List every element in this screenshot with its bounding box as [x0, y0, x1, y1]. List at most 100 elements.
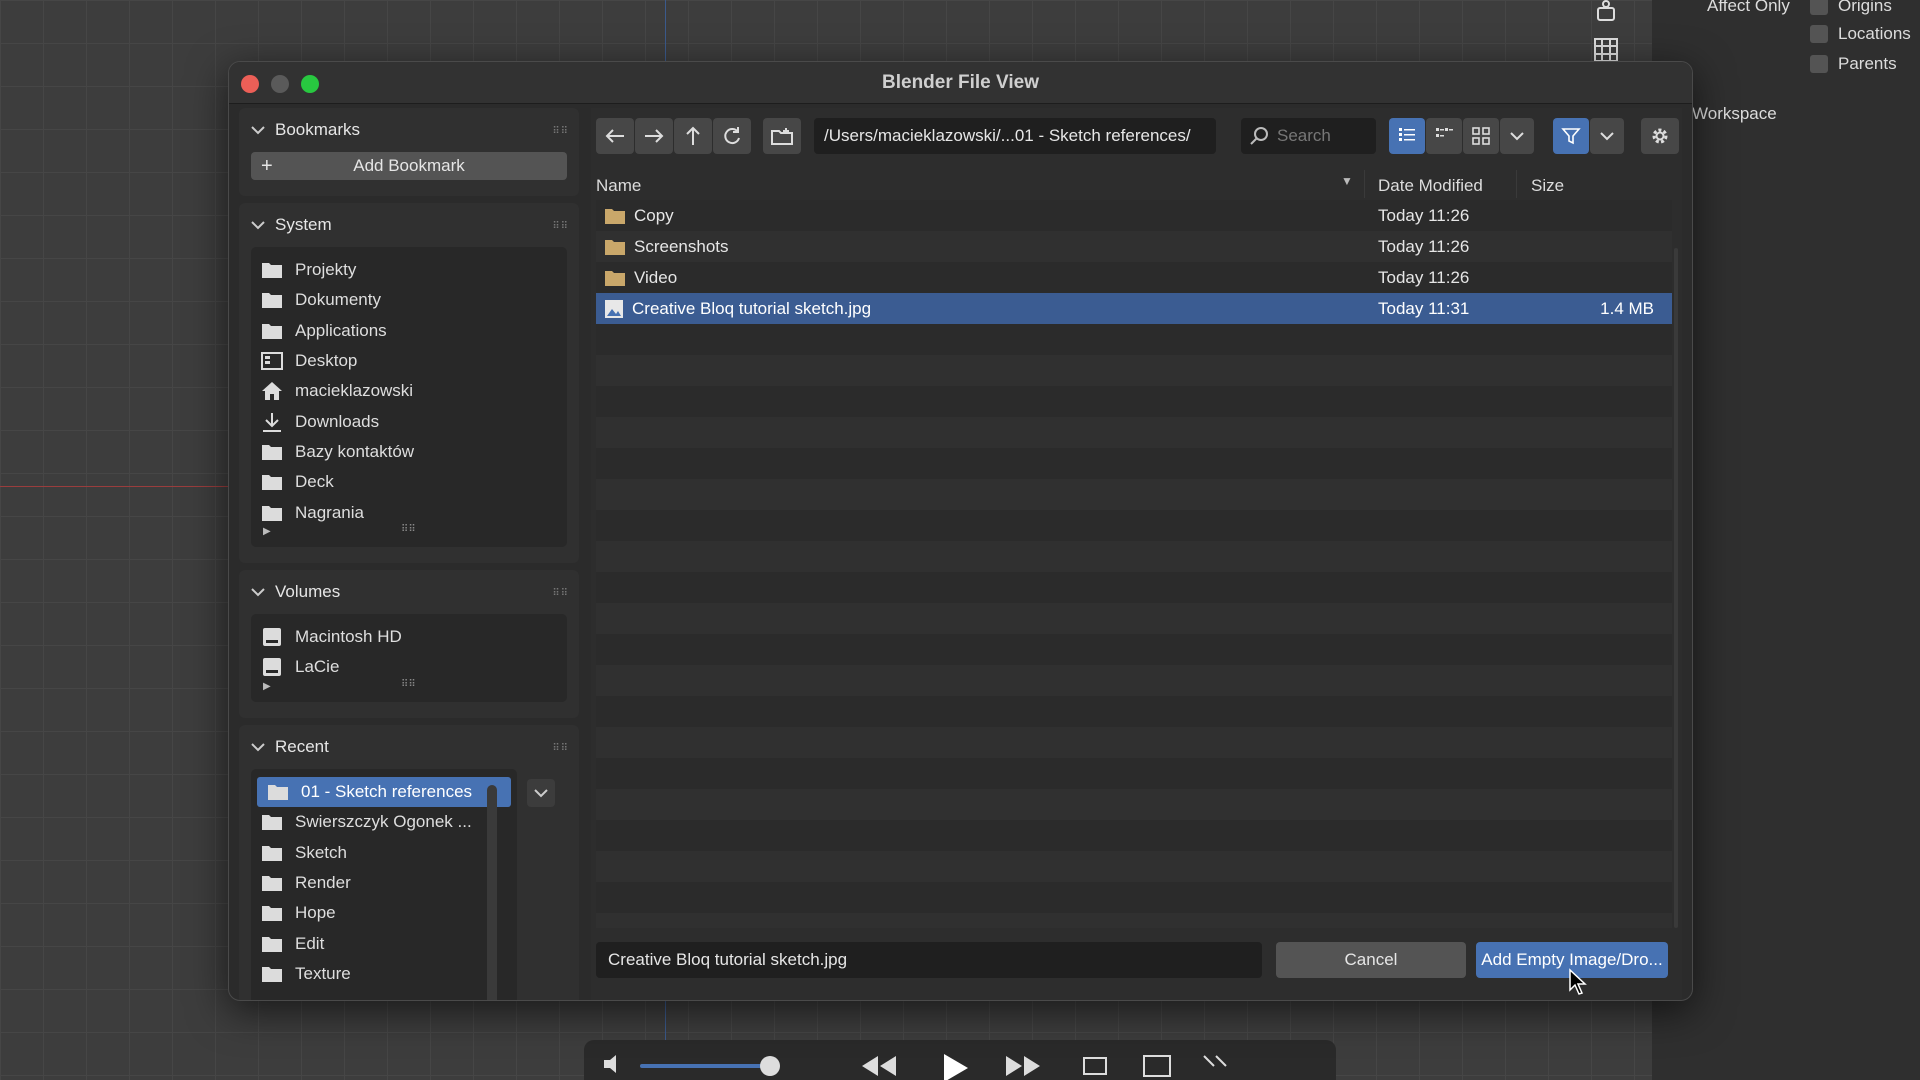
- search-field[interactable]: Search: [1241, 118, 1376, 154]
- filename-field[interactable]: Creative Bloq tutorial sketch.jpg: [596, 942, 1262, 978]
- path-field[interactable]: /Users/macieklazowski/...01 - Sketch ref…: [814, 118, 1216, 154]
- parents-checkbox[interactable]: Parents: [1810, 54, 1897, 74]
- system-item[interactable]: Desktop: [251, 346, 567, 376]
- drag-handle-icon[interactable]: ⠿⠿: [552, 126, 569, 137]
- folder-icon: [261, 935, 283, 953]
- name-column-header[interactable]: Name: [596, 176, 641, 196]
- search-placeholder: Search: [1277, 126, 1331, 145]
- system-item[interactable]: Dokumenty: [251, 285, 567, 315]
- date-column-header[interactable]: Date Modified: [1378, 176, 1483, 196]
- recent-item[interactable]: Render: [251, 868, 517, 898]
- volumes-list: Macintosh HD LaCie ▶ ⠿⠿: [251, 614, 567, 702]
- recent-header[interactable]: Recent: [239, 725, 579, 769]
- folder-icon: [261, 261, 283, 279]
- expand-triangle-icon[interactable]: ▶: [263, 681, 271, 692]
- system-header[interactable]: System: [239, 203, 579, 247]
- recent-item[interactable]: Hope: [251, 898, 517, 928]
- file-size: 1.4 MB: [1600, 298, 1654, 318]
- recent-item-label: 01 - Sketch references: [301, 782, 473, 802]
- view-options-dropdown[interactable]: [1500, 118, 1534, 154]
- drag-handle-icon[interactable]: ⠿⠿: [552, 743, 569, 754]
- recent-section: Recent ⠿⠿ 01 - Sketch references Swierszc…: [239, 725, 579, 1000]
- file-row[interactable]: Creative Bloq tutorial sketch.jpg Today 1…: [596, 293, 1672, 324]
- vertical-list-view-button[interactable]: [1389, 118, 1425, 154]
- system-item[interactable]: Bazy kontaktów: [251, 437, 567, 467]
- system-item-label: Desktop: [295, 351, 358, 371]
- volume-item[interactable]: Macintosh HD: [251, 622, 567, 652]
- file-row[interactable]: Copy Today 11:26: [596, 200, 1672, 231]
- size-column-header[interactable]: Size: [1531, 176, 1564, 196]
- expand-triangle-icon[interactable]: ▶: [263, 526, 271, 537]
- file-name: Screenshots: [634, 236, 729, 256]
- filter-options-dropdown[interactable]: [1590, 118, 1624, 154]
- bookmarks-section: Bookmarks ⠿⠿ + Add Bookmark: [239, 108, 579, 196]
- system-item[interactable]: Deck: [251, 467, 567, 497]
- locations-checkbox[interactable]: Locations: [1810, 24, 1911, 44]
- volumes-header[interactable]: Volumes: [239, 570, 579, 614]
- thumbnail-grid-icon: [1472, 127, 1490, 145]
- system-section: System ⠿⠿ Projekty Dokumenty Applications D…: [239, 203, 579, 563]
- parent-directory-button[interactable]: [674, 118, 712, 154]
- thumbnail-view-button[interactable]: [1463, 118, 1499, 154]
- system-item[interactable]: Applications: [251, 316, 567, 346]
- system-item[interactable]: Projekty: [251, 255, 567, 285]
- system-item[interactable]: macieklazowski: [251, 376, 567, 406]
- workspace-label: Workspace: [1692, 104, 1777, 123]
- filter-toggle-button[interactable]: [1553, 118, 1589, 154]
- file-row[interactable]: Screenshots Today 11:26: [596, 231, 1672, 262]
- cancel-button[interactable]: Cancel: [1276, 942, 1466, 978]
- folder-icon: [604, 238, 626, 256]
- file-row[interactable]: Video Today 11:26: [596, 262, 1672, 293]
- camera-icon[interactable]: [1588, 0, 1624, 30]
- filter-icon: [1561, 128, 1581, 145]
- folder-icon: [261, 904, 283, 922]
- image-file-icon: [604, 299, 624, 319]
- file-date: Today 11:31: [1378, 298, 1470, 318]
- resize-handle-icon[interactable]: ⠿⠿: [401, 679, 416, 690]
- new-folder-button[interactable]: [763, 118, 801, 154]
- system-item-label: Nagrania: [295, 502, 364, 522]
- recent-item-label: Sketch: [295, 842, 347, 862]
- bookmarks-header[interactable]: Bookmarks: [239, 108, 579, 152]
- arrow-up-icon: [686, 126, 700, 145]
- system-item-label: Deck: [295, 472, 334, 492]
- horizontal-list-view-button[interactable]: [1426, 118, 1462, 154]
- origins-checkbox[interactable]: Origins: [1810, 0, 1892, 16]
- dialog-title: Blender File View: [882, 72, 1039, 93]
- recent-item-label: Texture: [295, 963, 351, 983]
- recent-item[interactable]: Texture: [251, 959, 517, 989]
- drag-handle-icon[interactable]: ⠿⠿: [552, 221, 569, 232]
- system-title: System: [275, 215, 332, 234]
- folder-icon: [261, 443, 283, 461]
- chevron-down-icon: [251, 743, 265, 752]
- drag-handle-icon[interactable]: ⠿⠿: [552, 588, 569, 599]
- folder-icon: [261, 965, 283, 983]
- chevron-down-icon: [251, 126, 265, 135]
- file-name: Creative Bloq tutorial sketch.jpg: [632, 298, 872, 318]
- recent-item[interactable]: Swierszczyk Ogonek ...: [251, 807, 517, 837]
- folder-icon: [261, 874, 283, 892]
- resize-handle-icon[interactable]: ⠿⠿: [401, 524, 416, 535]
- recent-menu-button[interactable]: [527, 779, 555, 807]
- system-item-label: Bazy kontaktów: [295, 441, 415, 461]
- sort-descending-icon[interactable]: ▼: [1341, 174, 1353, 188]
- recent-scrollbar[interactable]: [487, 785, 497, 1000]
- folder-icon: [261, 813, 283, 831]
- refresh-button[interactable]: [713, 118, 751, 154]
- arrow-left-icon: [605, 129, 624, 143]
- system-item[interactable]: Downloads: [251, 406, 567, 436]
- recent-item[interactable]: Edit: [251, 928, 517, 958]
- folder-icon: [261, 322, 283, 340]
- file-browser-dialog: Blender File View Bookmarks ⠿⠿ + Add Boo…: [228, 61, 1693, 1001]
- recent-item[interactable]: Sketch: [251, 838, 517, 868]
- refresh-icon: [724, 127, 740, 145]
- add-bookmark-button[interactable]: + Add Bookmark: [251, 152, 567, 180]
- settings-button[interactable]: [1641, 118, 1679, 154]
- forward-button[interactable]: [635, 118, 673, 154]
- recent-item[interactable]: 01 - Sketch references: [257, 777, 511, 808]
- file-list-scrollbar[interactable]: [1674, 248, 1678, 928]
- gear-icon: [1652, 128, 1668, 144]
- back-button[interactable]: [596, 118, 634, 154]
- system-item-label: macieklazowski: [295, 381, 414, 401]
- playback-controls: [584, 1040, 1336, 1080]
